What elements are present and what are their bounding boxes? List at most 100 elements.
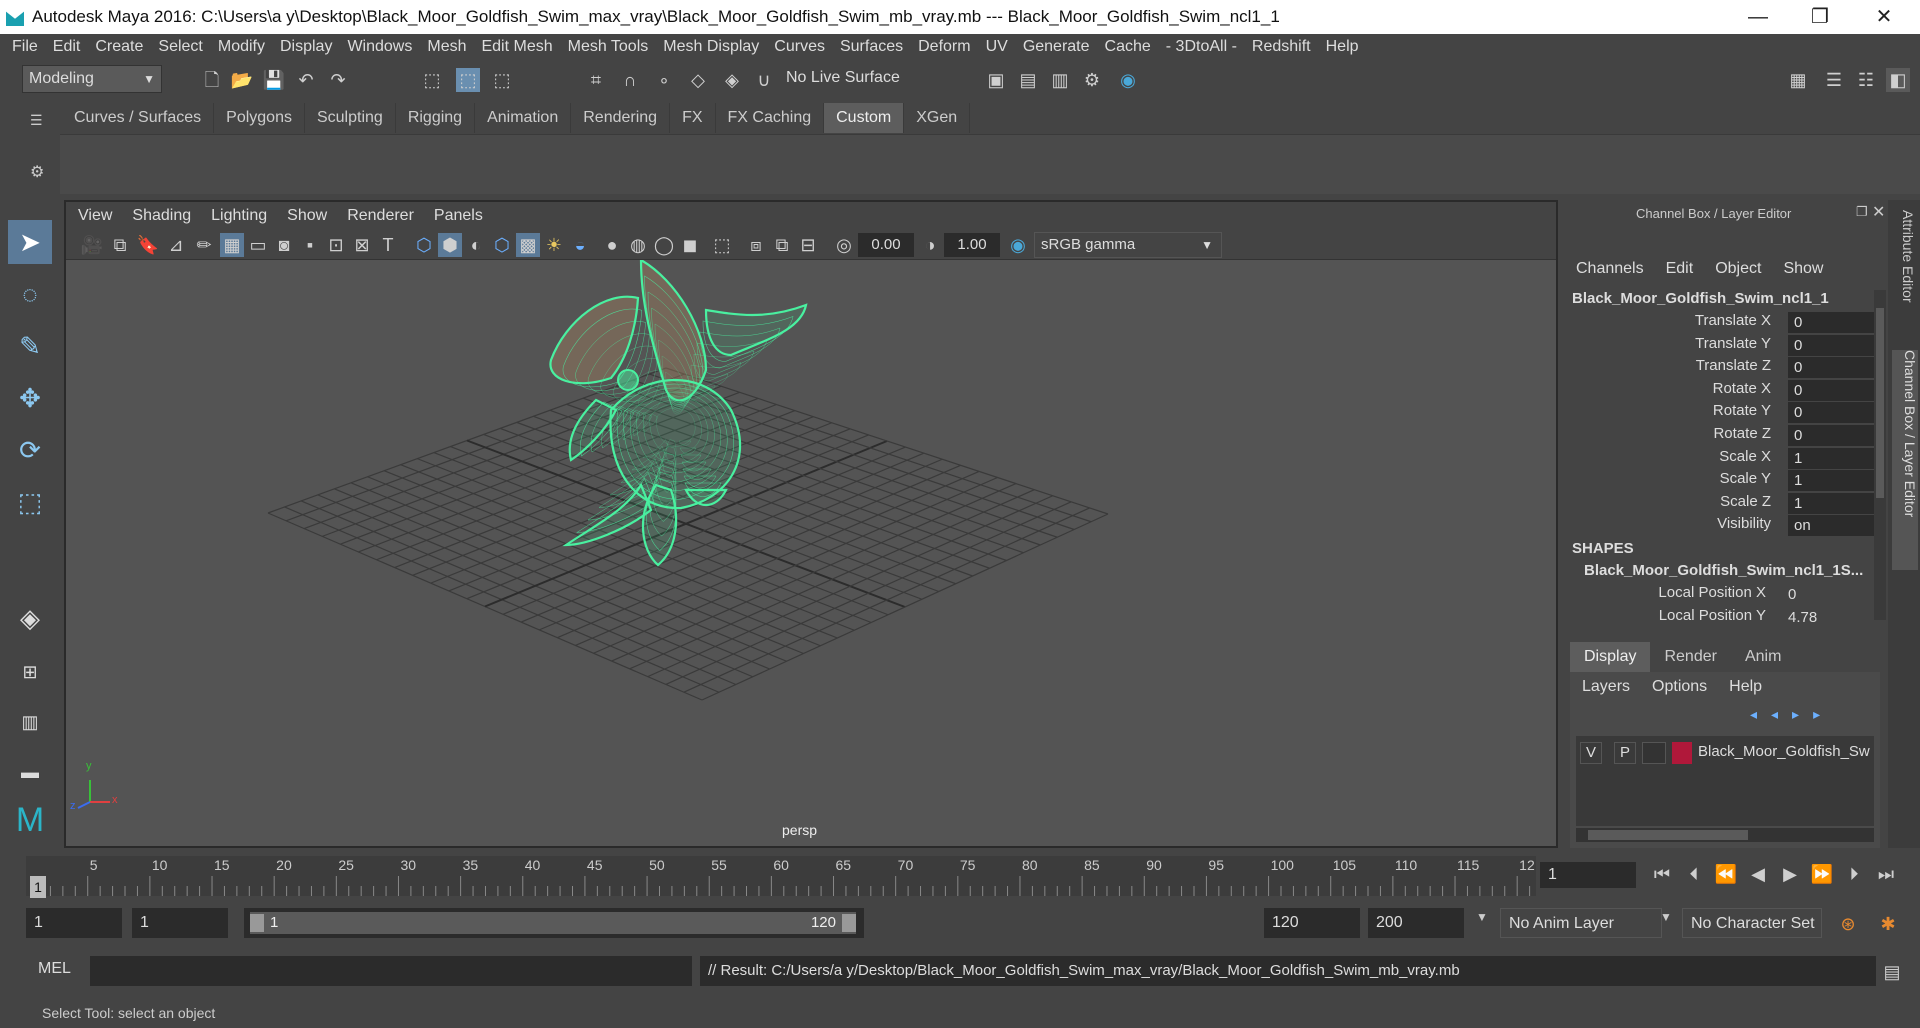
range-slider-bar-fill[interactable]: 1 120 xyxy=(250,912,856,934)
menu-edit[interactable]: Edit xyxy=(53,38,81,56)
step-back-icon[interactable]: ⏴ xyxy=(1682,862,1706,886)
live-surface-field[interactable]: No Live Surface xyxy=(780,65,930,93)
grid-toggle-icon[interactable]: ▦ xyxy=(220,233,244,257)
snap-grid-icon[interactable]: ⌗ xyxy=(584,68,608,92)
channel-box-tab[interactable]: Channel Box / Layer Editor xyxy=(1892,350,1918,570)
lights-icon[interactable]: ☀ xyxy=(542,233,566,257)
toggle-channel-box-icon[interactable]: ◧ xyxy=(1886,68,1910,92)
scrollbar-thumb[interactable] xyxy=(1876,308,1884,498)
menu-windows[interactable]: Windows xyxy=(347,38,412,56)
perspective-view[interactable]: y x z persp xyxy=(66,260,1556,846)
hscroll-thumb[interactable] xyxy=(1588,830,1748,840)
cb-menu-channels[interactable]: Channels xyxy=(1576,260,1644,282)
menu-uv[interactable]: UV xyxy=(986,38,1008,56)
resolution-gate-icon[interactable]: ◙ xyxy=(272,233,296,257)
field-chart-icon[interactable]: ⊡ xyxy=(324,233,348,257)
shape-channel-row[interactable]: Local Position X 0 xyxy=(1576,584,1878,606)
vp-menu-show[interactable]: Show xyxy=(287,207,327,225)
play-backward-icon[interactable]: ◀ xyxy=(1746,862,1770,886)
layer-playback-toggle[interactable]: P xyxy=(1614,742,1636,764)
tab-xgen[interactable]: XGen xyxy=(904,103,971,133)
channel-row[interactable]: Translate Y 0 xyxy=(1576,334,1878,357)
motion-blur-icon[interactable]: ◍ xyxy=(626,233,650,257)
vp-menu-lighting[interactable]: Lighting xyxy=(211,207,267,225)
play-forward-icon[interactable]: ▶ xyxy=(1778,862,1802,886)
isolate-select-icon[interactable]: ⬚ xyxy=(710,233,734,257)
minimize-button[interactable]: — xyxy=(1730,0,1786,34)
layer-row[interactable]: V P Black_Moor_Goldfish_Sw xyxy=(1580,742,1870,766)
menu-select[interactable]: Select xyxy=(158,38,202,56)
shape-channel-value-field[interactable]: 4.78 xyxy=(1782,607,1872,628)
magnet-icon[interactable]: ∪ xyxy=(752,68,776,92)
shape-name[interactable]: Black_Moor_Goldfish_Swim_ncl1_1S... xyxy=(1584,562,1863,579)
tab-rigging[interactable]: Rigging xyxy=(396,103,476,133)
attribute-editor-tab[interactable]: Attribute Editor xyxy=(1892,210,1916,330)
select-object-icon[interactable]: ⬚ xyxy=(456,68,480,92)
save-scene-icon[interactable]: 💾 xyxy=(262,68,286,92)
rotate-tool-icon[interactable]: ⟳ xyxy=(8,428,52,472)
xray-active-icon[interactable]: ⧉ xyxy=(770,233,794,257)
go-to-end-icon[interactable]: ⏭ xyxy=(1874,862,1898,886)
channel-value-field[interactable]: 0 xyxy=(1788,357,1878,379)
menu-edit-mesh[interactable]: Edit Mesh xyxy=(481,38,552,56)
range-end-handle[interactable] xyxy=(842,914,856,932)
tab-sculpting[interactable]: Sculpting xyxy=(305,103,396,133)
cb-menu-object[interactable]: Object xyxy=(1715,260,1761,282)
layer-menu-layers[interactable]: Layers xyxy=(1582,678,1630,696)
menu-deform[interactable]: Deform xyxy=(918,38,970,56)
layer-display-type[interactable] xyxy=(1642,742,1666,764)
layout-toggle-icon[interactable]: ▬ xyxy=(8,750,52,794)
single-perspective-layout-icon[interactable]: ◈ xyxy=(8,596,52,640)
render-seq-icon[interactable]: ▤ xyxy=(1016,68,1040,92)
wireframe-on-shaded-icon[interactable]: ⬡ xyxy=(490,233,514,257)
vp-menu-panels[interactable]: Panels xyxy=(434,207,483,225)
outliner-layout-icon[interactable]: ▥ xyxy=(8,700,52,744)
layer-action-icons[interactable]: ◂◂▸▸ xyxy=(1750,706,1834,723)
menu-create[interactable]: Create xyxy=(95,38,143,56)
channel-value-field[interactable]: 0 xyxy=(1788,312,1878,333)
animation-start-field[interactable]: 1 xyxy=(26,908,122,938)
camera-icon[interactable]: 🎥 xyxy=(80,233,104,257)
menu-mesh[interactable]: Mesh xyxy=(427,38,466,56)
select-tool-icon[interactable]: ➤ xyxy=(8,220,52,264)
vp-menu-shading[interactable]: Shading xyxy=(132,207,191,225)
playback-end-field[interactable]: 120 xyxy=(1264,908,1360,938)
wireframe-icon[interactable]: ⬡ xyxy=(412,233,436,257)
character-set-dropdown[interactable]: No Character Set xyxy=(1682,908,1822,938)
tab-custom[interactable]: Custom xyxy=(824,103,905,133)
color-space-dropdown[interactable]: sRGB gamma ▼ xyxy=(1034,232,1222,258)
layer-menu-help[interactable]: Help xyxy=(1729,678,1762,696)
menu-3dtoall[interactable]: - 3DtoAll - xyxy=(1166,38,1237,56)
go-to-start-icon[interactable]: ⏮ xyxy=(1650,862,1674,886)
camera-attr-icon[interactable]: ⧉ xyxy=(108,233,132,257)
current-frame-field[interactable]: 1 xyxy=(1540,862,1636,888)
menu-file[interactable]: File xyxy=(12,38,38,56)
step-forward-key-icon[interactable]: ⏩ xyxy=(1810,862,1834,886)
tab-curves-surfaces[interactable]: Curves / Surfaces xyxy=(62,103,215,133)
new-scene-icon[interactable]: 🗋 xyxy=(200,68,224,92)
float-panel-icon[interactable]: ❐ xyxy=(1856,204,1868,220)
preferences-icon[interactable]: ✱ xyxy=(1876,912,1900,936)
render-settings-icon[interactable]: ⚙ xyxy=(1080,68,1104,92)
auto-key-icon[interactable]: ⊛ xyxy=(1836,912,1860,936)
ipr-render-icon[interactable]: ▥ xyxy=(1048,68,1072,92)
gamma-field[interactable]: 1.00 xyxy=(944,233,1000,257)
snap-curve-icon[interactable]: ∩ xyxy=(618,68,642,92)
menu-generate[interactable]: Generate xyxy=(1023,38,1090,56)
toggle-tool-settings-icon[interactable]: ☷ xyxy=(1854,68,1878,92)
step-back-key-icon[interactable]: ⏪ xyxy=(1714,862,1738,886)
range-start-handle[interactable] xyxy=(250,914,264,932)
layer-hscroll[interactable] xyxy=(1576,828,1874,842)
workspace-icon[interactable]: ▦ xyxy=(1786,68,1810,92)
exposure-icon[interactable]: ◎ xyxy=(832,233,856,257)
channel-row[interactable]: Scale X 1 xyxy=(1576,447,1878,470)
range-slider[interactable]: 1 120 xyxy=(244,908,864,938)
xray-icon[interactable]: ▩ xyxy=(516,233,540,257)
object-name[interactable]: Black_Moor_Goldfish_Swim_ncl1_1 xyxy=(1572,290,1829,307)
lasso-tool-icon[interactable]: ◌ xyxy=(8,272,52,316)
tab-polygons[interactable]: Polygons xyxy=(214,103,305,133)
vp-menu-view[interactable]: View xyxy=(78,207,112,225)
menu-mesh-display[interactable]: Mesh Display xyxy=(663,38,759,56)
menu-curves[interactable]: Curves xyxy=(774,38,825,56)
channel-row[interactable]: Rotate X 0 xyxy=(1576,379,1878,402)
